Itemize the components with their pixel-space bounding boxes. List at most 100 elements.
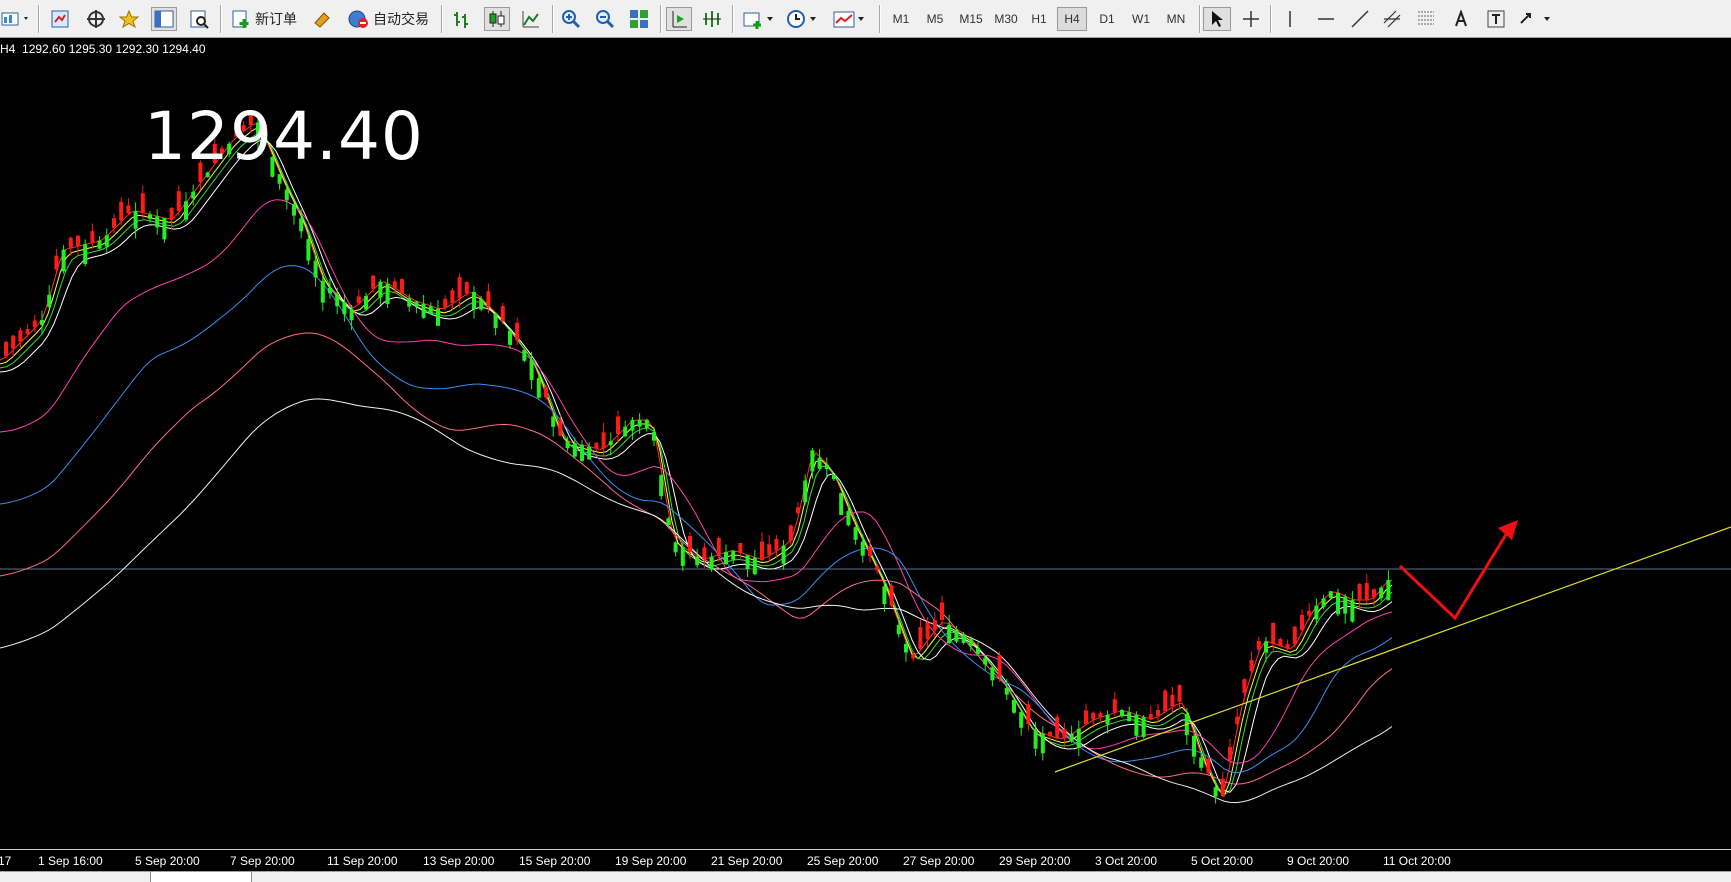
zoom-out-button[interactable]: [593, 7, 617, 31]
candle: [76, 234, 80, 256]
candle: [1177, 684, 1182, 709]
candle: [630, 417, 635, 441]
moving-average-line: [0, 199, 1393, 764]
forecast-arrow-path: [1398, 527, 1512, 621]
current-price-display: 1294.40: [144, 98, 424, 175]
timeframe-mn[interactable]: MN: [1161, 7, 1191, 31]
equidistant-channel-button[interactable]: [1380, 7, 1408, 31]
zoom-in-icon: [562, 10, 581, 29]
arrows-button[interactable]: [1516, 7, 1556, 31]
metaeditor-button[interactable]: [310, 7, 334, 31]
fibonacci-button[interactable]: [1414, 7, 1440, 31]
auto-scroll-button[interactable]: [666, 7, 692, 31]
candle: [976, 641, 980, 656]
candle: [846, 504, 851, 527]
timeframe-h1[interactable]: H1: [1026, 7, 1052, 31]
new-chart-button[interactable]: [0, 7, 32, 31]
horizontal-line-button[interactable]: [1314, 7, 1338, 31]
time-axis-label: 15 Sep 20:00: [519, 854, 591, 868]
candle: [594, 441, 599, 452]
auto-trading-button[interactable]: 自动交易: [342, 7, 434, 31]
timeframe-m15[interactable]: M15: [955, 7, 987, 31]
candle: [392, 277, 397, 293]
market-watch-icon: [87, 10, 105, 28]
candle: [4, 340, 8, 359]
line-chart-icon: [522, 11, 539, 28]
crosshair-button[interactable]: [1238, 7, 1264, 31]
indicators-button[interactable]: [740, 7, 778, 31]
text-label-button[interactable]: [1484, 7, 1508, 31]
profiles-icon: [51, 10, 69, 28]
candlestick-icon: [489, 11, 505, 27]
time-axis-label: 11 Sep 20:00: [327, 854, 398, 868]
timeframe-m5[interactable]: M5: [921, 7, 949, 31]
ohlc-values: 1292.60 1295.30 1292.30 1294.40: [22, 42, 206, 56]
moving-average-line: [0, 398, 1393, 804]
timeframe-m1[interactable]: M1: [887, 7, 915, 31]
candle: [659, 474, 664, 500]
candle: [774, 535, 779, 559]
candlestick-button[interactable]: [484, 7, 510, 31]
market-watch-button[interactable]: [84, 7, 108, 31]
candle: [508, 329, 512, 349]
candle: [608, 432, 613, 456]
timeframe-w1[interactable]: W1: [1127, 7, 1155, 31]
navigator-button[interactable]: [117, 7, 143, 31]
strategy-tester-button[interactable]: [186, 7, 212, 31]
new-order-button[interactable]: 新订单: [226, 7, 302, 31]
zoom-in-button[interactable]: [559, 7, 583, 31]
candle: [817, 449, 822, 470]
candle: [277, 173, 282, 190]
candle: [788, 524, 793, 546]
timeframe-m30[interactable]: M30: [990, 7, 1022, 31]
time-axis-label: 7 Sep 20:00: [230, 854, 295, 868]
timeframe-label: H4: [0, 42, 16, 56]
candle: [1364, 573, 1369, 604]
templates-button[interactable]: [830, 7, 870, 31]
candle: [428, 302, 433, 315]
vertical-line-icon: [1289, 11, 1291, 27]
moving-average-line: [0, 265, 1393, 774]
candle: [1242, 678, 1247, 701]
text-button[interactable]: [1449, 7, 1473, 31]
line-chart-button[interactable]: [519, 7, 543, 31]
candle: [97, 236, 102, 250]
candle: [133, 202, 138, 239]
tile-windows-button[interactable]: [627, 7, 651, 31]
chart-tab[interactable]: [150, 872, 252, 882]
candle: [623, 420, 628, 438]
candle: [1069, 725, 1074, 743]
tile-windows-icon: [630, 10, 648, 28]
candle: [472, 286, 476, 319]
periods-button[interactable]: [784, 7, 822, 31]
candle: [767, 535, 772, 563]
candle: [745, 555, 750, 577]
chart-ohlc-header: H4 1292.60 1295.30 1292.30 1294.40: [0, 42, 206, 56]
candle: [61, 245, 66, 274]
candle: [940, 595, 944, 626]
candle: [1278, 637, 1283, 647]
candle: [400, 278, 404, 295]
timeframe-h4[interactable]: H4: [1057, 7, 1087, 31]
zoom-out-icon: [596, 10, 615, 29]
candle: [1307, 603, 1312, 621]
candle: [1192, 734, 1196, 765]
candle: [140, 185, 145, 220]
candle: [18, 327, 23, 350]
candle: [1220, 771, 1225, 798]
time-axis-label: 29 Sep 20:00: [999, 854, 1071, 868]
horizontal-line-icon: [1318, 18, 1334, 20]
cursor-button[interactable]: [1203, 7, 1231, 31]
chart-shift-button[interactable]: [700, 7, 724, 31]
timeframe-d1[interactable]: D1: [1093, 7, 1121, 31]
candle: [1328, 590, 1333, 600]
metaeditor-icon: [314, 12, 330, 28]
profiles-button[interactable]: [48, 7, 72, 31]
bar-chart-button[interactable]: [450, 7, 474, 31]
candle: [1379, 585, 1384, 602]
data-window-button[interactable]: [151, 7, 177, 31]
trendline-button[interactable]: [1348, 7, 1372, 31]
vertical-line-button[interactable]: [1278, 7, 1302, 31]
candle: [1141, 715, 1146, 739]
candle: [162, 218, 167, 243]
